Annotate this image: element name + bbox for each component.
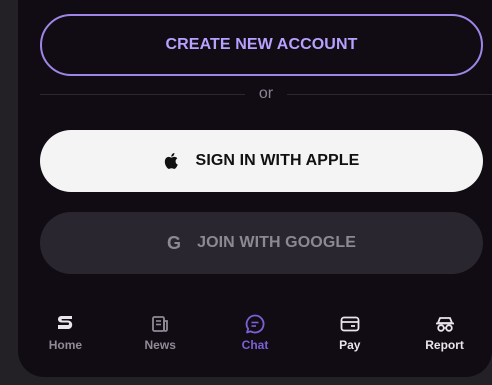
divider-label: or [258,85,274,102]
tab-chat-label: Chat [241,338,269,352]
logo-s-icon [54,313,76,335]
auth-panel: CREATE NEW ACCOUNT or SIGN IN WITH APPLE… [18,0,492,377]
tab-home[interactable]: Home [18,313,113,365]
or-divider: or [40,84,492,104]
join-google-button[interactable]: G JOIN WITH GOOGLE [40,212,483,274]
chat-icon [244,313,266,335]
tab-report-label: Report [425,338,464,352]
tab-home-label: Home [48,338,83,352]
report-icon [434,313,456,335]
news-icon [149,313,171,335]
google-button-label: JOIN WITH GOOGLE [197,234,357,251]
divider-line-left [40,93,245,95]
tab-pay[interactable]: Pay [302,313,397,365]
tab-report[interactable]: Report [397,313,492,365]
tab-news-label: News [144,338,176,352]
tab-news[interactable]: News [113,313,208,365]
sign-in-apple-button[interactable]: SIGN IN WITH APPLE [40,130,483,192]
tab-pay-label: Pay [339,338,361,352]
tab-chat[interactable]: Chat [208,313,303,365]
apple-button-label: SIGN IN WITH APPLE [195,152,360,169]
apple-icon [164,152,180,170]
create-account-button[interactable]: CREATE NEW ACCOUNT [40,14,483,76]
google-icon: G [166,232,182,253]
bottom-tab-bar: Home News Chat Pay Report [18,313,492,365]
divider-line-right [287,93,492,95]
create-account-label: CREATE NEW ACCOUNT [165,36,358,53]
card-icon [339,313,361,335]
